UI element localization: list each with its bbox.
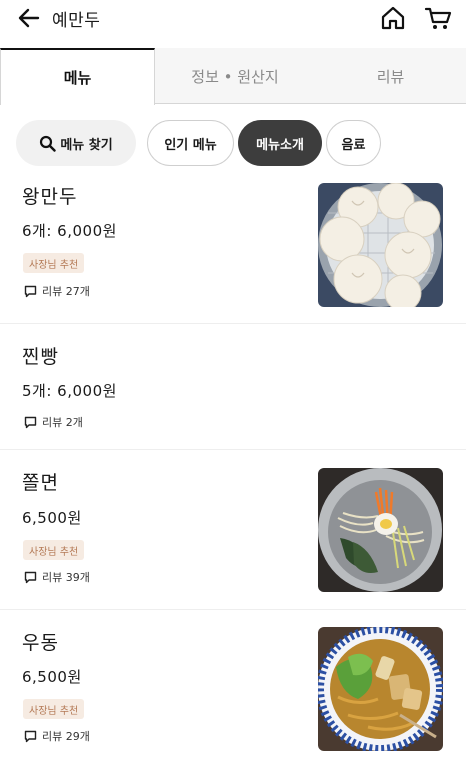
item-price: 6개: 6,000원 xyxy=(22,222,117,240)
udon-photo xyxy=(318,627,443,751)
comment-icon xyxy=(24,730,37,742)
item-price: 6,500원 xyxy=(22,509,82,527)
cart-button[interactable] xyxy=(424,5,452,31)
owner-pick-badge: 사장님 추천 xyxy=(23,699,85,719)
item-name: 찐빵 xyxy=(22,346,59,368)
chip-label: 메뉴 찾기 xyxy=(60,137,113,153)
home-button[interactable] xyxy=(380,5,406,31)
item-name: 우동 xyxy=(22,632,59,654)
review-count: 리뷰 29개 xyxy=(24,728,90,744)
comment-icon xyxy=(24,285,37,297)
tab-menu[interactable]: 메뉴 xyxy=(0,48,155,105)
review-count-label: 리뷰 29개 xyxy=(42,730,90,743)
top-bar: 예만두 xyxy=(0,0,466,46)
review-count: 리뷰 2개 xyxy=(24,414,83,430)
tab-bar: 메뉴 정보 • 원산지 리뷰 xyxy=(0,48,466,105)
popular-menu-chip[interactable]: 인기 메뉴 xyxy=(147,120,234,166)
drinks-chip[interactable]: 음료 xyxy=(326,120,381,166)
store-name: 예만두 xyxy=(52,11,101,31)
menu-item-jjolmyeon[interactable]: 쫄면 6,500원 사장님 추천 리뷰 39개 xyxy=(0,450,466,610)
menu-item-jjinbbang[interactable]: 찐빵 5개: 6,000원 리뷰 2개 xyxy=(0,324,466,450)
filter-chips: 메뉴 찾기 인기 메뉴 메뉴소개 음료 xyxy=(0,118,466,168)
comment-icon xyxy=(24,571,37,583)
chip-label: 음료 xyxy=(341,137,366,153)
item-name: 쫄면 xyxy=(22,472,59,494)
item-name: 왕만두 xyxy=(22,186,78,208)
tab-info-origin[interactable]: 정보 • 원산지 xyxy=(155,48,315,104)
back-button[interactable] xyxy=(14,6,44,30)
review-count: 리뷰 39개 xyxy=(24,569,90,585)
tab-label: 정보 • 원산지 xyxy=(191,67,279,86)
owner-pick-badge: 사장님 추천 xyxy=(23,540,85,560)
menu-intro-chip[interactable]: 메뉴소개 xyxy=(238,120,322,166)
review-count-label: 리뷰 2개 xyxy=(42,416,83,429)
tab-label: 메뉴 xyxy=(63,69,92,87)
review-count-label: 리뷰 39개 xyxy=(42,571,90,584)
review-count-label: 리뷰 27개 xyxy=(42,285,90,298)
item-price: 6,500원 xyxy=(22,668,82,686)
comment-icon xyxy=(24,416,37,428)
tab-label: 리뷰 xyxy=(376,67,405,86)
review-count: 리뷰 27개 xyxy=(24,283,90,299)
cart-icon xyxy=(424,7,452,29)
menu-item-wangmandu[interactable]: 왕만두 6개: 6,000원 사장님 추천 리뷰 27개 xyxy=(0,178,466,324)
arrow-left-icon xyxy=(18,8,40,28)
dumplings-photo xyxy=(318,183,443,307)
menu-item-udon[interactable]: 우동 6,500원 사장님 추천 리뷰 29개 xyxy=(0,610,466,770)
chip-label: 인기 메뉴 xyxy=(164,137,217,153)
owner-pick-badge: 사장님 추천 xyxy=(23,253,85,273)
tab-reviews[interactable]: 리뷰 xyxy=(315,48,466,104)
jjolmyeon-photo xyxy=(318,468,443,592)
menu-search-chip[interactable]: 메뉴 찾기 xyxy=(16,120,136,166)
chip-label: 메뉴소개 xyxy=(256,137,304,153)
search-icon xyxy=(40,135,57,152)
home-icon xyxy=(381,6,405,30)
item-price: 5개: 6,000원 xyxy=(22,382,117,400)
